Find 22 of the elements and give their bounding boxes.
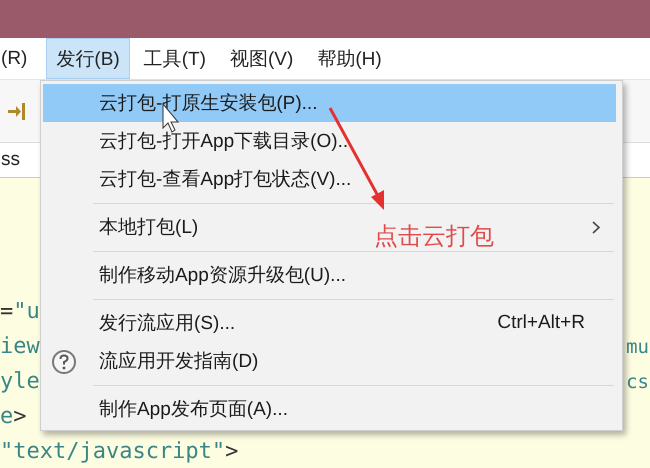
indent-icon[interactable] xyxy=(8,101,26,121)
menu-bar-item[interactable]: 帮助(H) xyxy=(307,38,392,79)
code-text: cs xyxy=(626,370,649,392)
code-text: ="u xyxy=(0,299,40,324)
code-text: mu xyxy=(626,336,649,358)
menu-bar-item[interactable]: 发行(B) xyxy=(46,38,130,79)
menu-bar-item[interactable]: 视图(V) xyxy=(220,38,304,79)
menu-item[interactable]: 发行流应用(S)... xyxy=(99,313,236,334)
menu-item[interactable]: 制作移动App资源升级包(U)... xyxy=(99,265,346,286)
code-text: "text/javascript"> xyxy=(0,439,238,464)
menu-item[interactable]: 流应用开发指南(D) xyxy=(99,351,258,372)
menu-bar-item[interactable]: 工具(T) xyxy=(134,38,216,79)
menu-item[interactable]: 制作App发布页面(A)... xyxy=(99,399,288,420)
menu-bar-item[interactable]: (R) xyxy=(0,38,34,79)
code-text: e> xyxy=(0,404,26,429)
menu-item[interactable]: 云打包-查看App打包状态(V)... xyxy=(99,169,352,190)
editor-tab[interactable]: ss xyxy=(0,149,20,171)
annotation-text: 点击云打包 xyxy=(374,222,494,252)
menu-item[interactable]: 本地打包(L) xyxy=(99,217,198,238)
code-text: yle xyxy=(0,369,40,394)
help-icon xyxy=(51,349,77,375)
code-text: iew xyxy=(0,334,40,359)
